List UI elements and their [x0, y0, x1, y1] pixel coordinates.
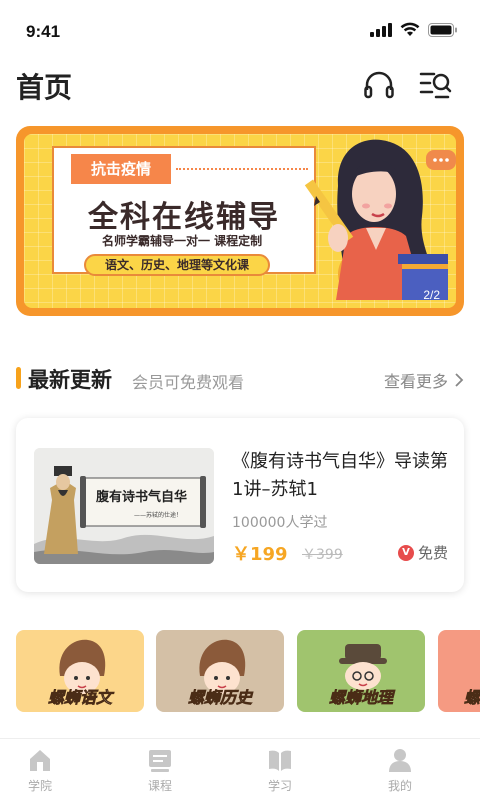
promo-banner[interactable]: 抗击疫情 全科在线辅导 名师学霸辅导一对一 课程定制 语文、历史、地理等文化课 … — [16, 126, 464, 316]
course-learners: 100000人学过 — [232, 515, 328, 531]
battery-icon — [428, 22, 457, 37]
banner-subjects: 语文、历史、地理等文化课 — [84, 254, 270, 276]
section-title: 最新更新 — [28, 368, 112, 392]
thumbnail-title: 腹有诗书气自华 — [96, 490, 188, 505]
subject-label: 螺蛳地理 — [328, 688, 394, 708]
vip-free-badge: V 免费 — [397, 542, 448, 563]
tab-courses[interactable]: 课程 — [120, 747, 200, 794]
thumbnail-caption: ——苏轼的仕途！ — [134, 512, 183, 519]
headphones-icon[interactable] — [362, 68, 396, 102]
course-title: 《腹有诗书气自华》导读第1讲–苏轼1 — [232, 451, 448, 500]
subject-carousel: 螺蛳语文 螺蛳历史 螺蛳地理 螺 — [16, 630, 480, 712]
free-label: 免费 — [417, 544, 448, 562]
status-bar: 9:41 — [0, 0, 480, 56]
profile-icon — [389, 749, 411, 772]
vip-icon: V — [397, 544, 414, 561]
tab-study[interactable]: 学习 — [240, 747, 320, 794]
banner-subtitle: 名师学霸辅导一对一 课程定制 — [102, 234, 263, 248]
book-icon — [269, 750, 291, 771]
tab-label: 学院 — [27, 779, 52, 793]
course-original-price: ￥399 — [302, 547, 343, 563]
signal-icon — [370, 22, 392, 37]
course-thumbnail: 腹有诗书气自华 ——苏轼的仕途！ — [34, 448, 214, 564]
banner-title: 全科在线辅导 — [88, 200, 280, 235]
tab-label: 学习 — [267, 779, 292, 793]
status-icons — [370, 22, 458, 37]
subject-label: 螺蛳语文 — [47, 688, 113, 708]
wifi-icon — [400, 22, 420, 36]
see-more-label: 查看更多 — [383, 372, 448, 391]
page-title: 首页 — [16, 71, 73, 104]
subject-card-partial[interactable]: 螺 — [438, 630, 480, 712]
subject-card-chinese[interactable]: 螺蛳语文 — [16, 630, 144, 712]
subject-card-history[interactable]: 螺蛳历史 — [156, 630, 284, 712]
bottom-tab-bar: 学院 课程 学习 我的 — [0, 738, 480, 800]
course-price: ￥199 — [232, 544, 288, 565]
search-list-icon[interactable] — [418, 68, 452, 102]
subject-card-geography[interactable]: 螺蛳地理 — [297, 630, 425, 712]
banner-tag: 抗击疫情 — [71, 154, 171, 184]
see-more-link[interactable]: 查看更多 — [384, 368, 464, 392]
tab-academy[interactable]: 学院 — [0, 747, 80, 794]
status-time: 9:41 — [26, 22, 61, 41]
tab-label: 我的 — [387, 779, 412, 793]
tab-profile[interactable]: 我的 — [360, 747, 440, 794]
section-subtitle: 会员可免费观看 — [132, 373, 245, 392]
subject-label: 螺 — [464, 688, 480, 708]
teacher-illustration — [304, 139, 456, 300]
course-icon — [149, 750, 171, 772]
chevron-right-icon — [455, 373, 464, 387]
subject-label: 螺蛳历史 — [187, 688, 253, 708]
section-accent-bar — [16, 367, 21, 389]
course-card[interactable]: 腹有诗书气自华 ——苏轼的仕途！ 《腹有诗书气自华》导读第1讲–苏轼1 1000… — [16, 418, 464, 592]
home-icon — [30, 750, 50, 771]
tab-label: 课程 — [147, 779, 172, 793]
course-thumbnail-art — [34, 448, 214, 564]
banner-page-indicator: 2/2 — [423, 288, 440, 302]
